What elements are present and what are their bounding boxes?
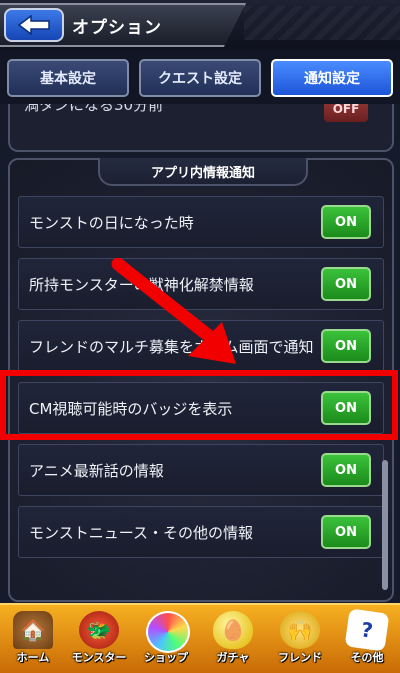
nav-friend[interactable]: 🙌 フレンド bbox=[267, 609, 333, 669]
nav-gacha[interactable]: 🥚 ガチャ bbox=[200, 609, 266, 669]
header-bar: オプション bbox=[0, 0, 400, 50]
nav-home[interactable]: 🏠 ホーム bbox=[0, 609, 66, 669]
monster-icon: 🐲 bbox=[79, 611, 119, 649]
setting-row-anime-episode: アニメ最新話の情報 ON bbox=[18, 444, 384, 496]
setting-row-monst-day: モンストの日になった時 ON bbox=[18, 196, 384, 248]
toggle-on-button[interactable]: ON bbox=[321, 515, 371, 549]
back-button[interactable] bbox=[4, 8, 64, 42]
back-arrow-icon bbox=[17, 15, 50, 35]
annotation-arrow-icon bbox=[111, 258, 236, 364]
nav-label: フレンド bbox=[278, 651, 322, 664]
header-decoration bbox=[244, 6, 400, 40]
setting-row-monst-news: モンストニュース・その他の情報 ON bbox=[18, 506, 384, 558]
tab-notification-settings[interactable]: 通知設定 bbox=[271, 59, 393, 97]
nav-other[interactable]: ? その他 bbox=[334, 608, 400, 669]
nav-shop[interactable]: ショップ bbox=[133, 609, 199, 669]
tab-quest-settings[interactable]: クエスト設定 bbox=[139, 59, 261, 97]
previous-section-panel: 満タンになる30分前 OFF bbox=[8, 104, 394, 152]
highlight-box bbox=[0, 370, 398, 440]
friend-hands-icon: 🙌 bbox=[280, 611, 320, 649]
toggle-on-button[interactable]: ON bbox=[321, 329, 371, 363]
nav-monster[interactable]: 🐲 モンスター bbox=[66, 609, 132, 669]
partial-off-toggle[interactable]: OFF bbox=[324, 104, 368, 122]
settings-tabs: 基本設定 クエスト設定 通知設定 bbox=[0, 50, 400, 104]
toggle-on-button[interactable]: ON bbox=[321, 453, 371, 487]
tab-basic-settings[interactable]: 基本設定 bbox=[7, 59, 129, 97]
setting-row-label: モンストの日になった時 bbox=[29, 214, 194, 232]
other-question-icon: ? bbox=[344, 608, 390, 652]
bottom-nav: 🏠 ホーム 🐲 モンスター ショップ 🥚 ガチャ 🙌 フレンド ? その他 bbox=[0, 603, 400, 673]
setting-row-label: モンストニュース・その他の情報 bbox=[29, 524, 253, 542]
nav-label: ガチャ bbox=[216, 651, 250, 664]
nav-label: ショップ bbox=[144, 651, 188, 664]
nav-label: モンスター bbox=[71, 651, 127, 664]
nav-label: ホーム bbox=[16, 651, 50, 664]
toggle-on-button[interactable]: ON bbox=[321, 205, 371, 239]
shop-orb-icon bbox=[146, 611, 190, 653]
section-title: アプリ内情報通知 bbox=[98, 158, 308, 186]
home-icon: 🏠 bbox=[13, 611, 53, 649]
page-title: オプション bbox=[72, 18, 162, 38]
gacha-egg-icon: 🥚 bbox=[213, 611, 253, 649]
toggle-on-button[interactable]: ON bbox=[321, 267, 371, 301]
setting-row-label: アニメ最新話の情報 bbox=[29, 462, 164, 480]
nav-label: その他 bbox=[350, 651, 384, 664]
partial-row-label: 満タンになる30分前 bbox=[24, 104, 164, 114]
scrollbar-thumb[interactable] bbox=[382, 460, 388, 590]
